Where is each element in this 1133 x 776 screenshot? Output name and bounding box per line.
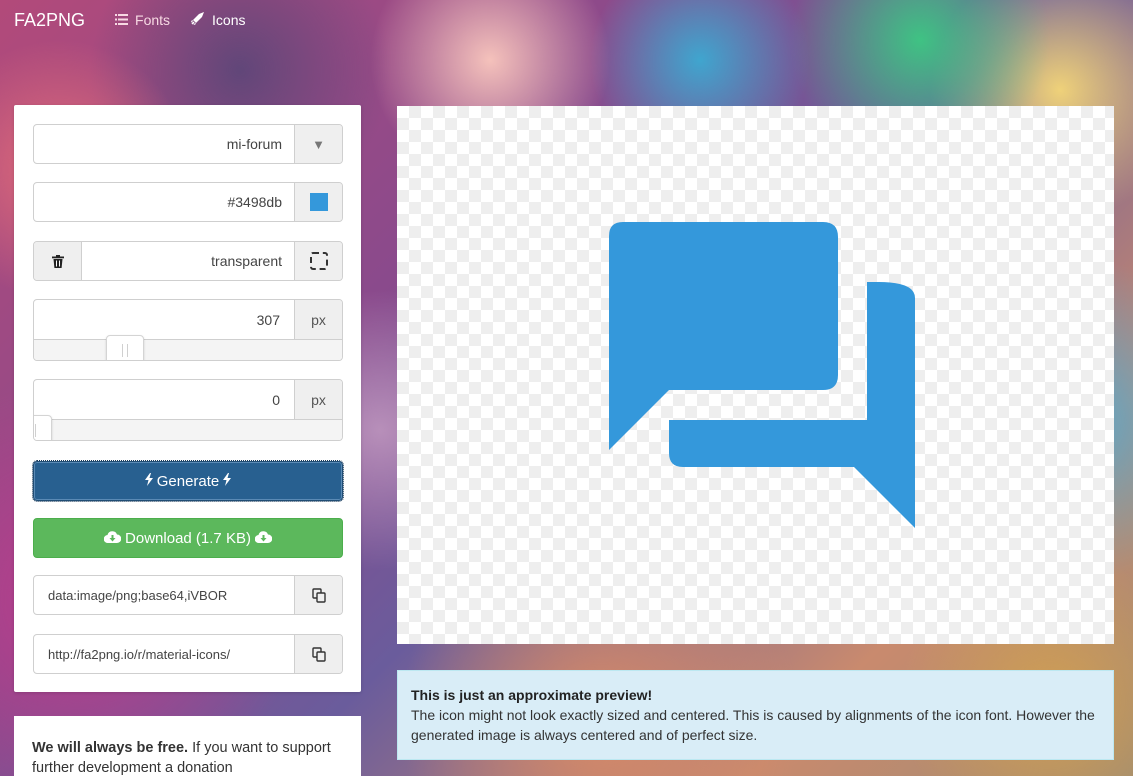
brand-logo[interactable]: FA2PNG — [14, 10, 85, 31]
size-input[interactable]: 307 — [34, 300, 294, 339]
size-slider-track[interactable] — [34, 335, 342, 360]
donation-lead: We will always be free. — [32, 740, 189, 756]
padding-slider-track[interactable] — [34, 415, 342, 440]
icon-preview — [397, 106, 1114, 644]
donation-card: We will always be free. If you want to s… — [14, 716, 361, 776]
caret-down-icon[interactable]: ▼ — [294, 125, 342, 163]
bolt-icon — [144, 472, 153, 490]
background-value: transparent — [211, 253, 282, 269]
notice-body: The icon might not look exactly sized an… — [411, 707, 1095, 743]
padding-input[interactable]: 0 — [34, 380, 294, 419]
nav-fonts-link[interactable]: Fonts — [115, 12, 170, 28]
download-label: Download (1.7 KB) — [125, 529, 251, 547]
rocket-icon — [190, 11, 205, 29]
data-uri-field[interactable]: data:image/png;base64,iVBOR — [33, 575, 343, 615]
notice-title: This is just an approximate preview! — [411, 687, 653, 703]
top-navbar: FA2PNG Fonts Icons — [0, 0, 1133, 40]
settings-panel: mi-forum ▼ #3498db transparent 307 px 0 … — [14, 105, 361, 692]
nav-icons-link[interactable]: Icons — [190, 11, 246, 29]
forum-icon — [609, 222, 915, 528]
url-field[interactable]: http://fa2png.io/r/material-icons/ — [33, 634, 343, 674]
color-swatch-button[interactable] — [294, 183, 342, 221]
transparent-square-icon — [309, 252, 328, 270]
cloud-download-icon — [103, 530, 122, 547]
padding-slider-handle[interactable] — [34, 415, 52, 440]
download-button[interactable]: Download (1.7 KB) — [33, 518, 343, 558]
color-value: #3498db — [227, 194, 282, 210]
trash-icon[interactable] — [34, 242, 82, 280]
preview-notice: This is just an approximate preview! The… — [397, 670, 1114, 760]
icon-select-value: mi-forum — [226, 136, 282, 152]
background-field[interactable]: transparent — [33, 241, 343, 281]
bolt-icon — [223, 472, 232, 490]
nav-fonts-label: Fonts — [135, 12, 171, 28]
color-field[interactable]: #3498db — [33, 182, 343, 222]
generate-label: Generate — [156, 472, 220, 490]
copy-icon[interactable] — [294, 635, 342, 673]
color-swatch — [309, 193, 328, 211]
size-unit: px — [294, 300, 342, 339]
padding-control: 0 px — [33, 379, 343, 441]
size-slider-handle[interactable] — [106, 335, 144, 360]
copy-icon[interactable] — [294, 576, 342, 614]
padding-unit: px — [294, 380, 342, 419]
generate-button[interactable]: Generate — [32, 460, 344, 502]
size-control: 307 px — [33, 299, 343, 361]
data-uri-value[interactable]: data:image/png;base64,iVBOR — [34, 576, 294, 614]
cloud-download-icon — [254, 530, 273, 547]
transparent-toggle[interactable] — [294, 242, 342, 280]
url-value[interactable]: http://fa2png.io/r/material-icons/ — [34, 635, 294, 673]
list-icon — [115, 12, 129, 28]
icon-select[interactable]: mi-forum ▼ — [33, 124, 343, 164]
nav-icons-label: Icons — [212, 12, 246, 28]
